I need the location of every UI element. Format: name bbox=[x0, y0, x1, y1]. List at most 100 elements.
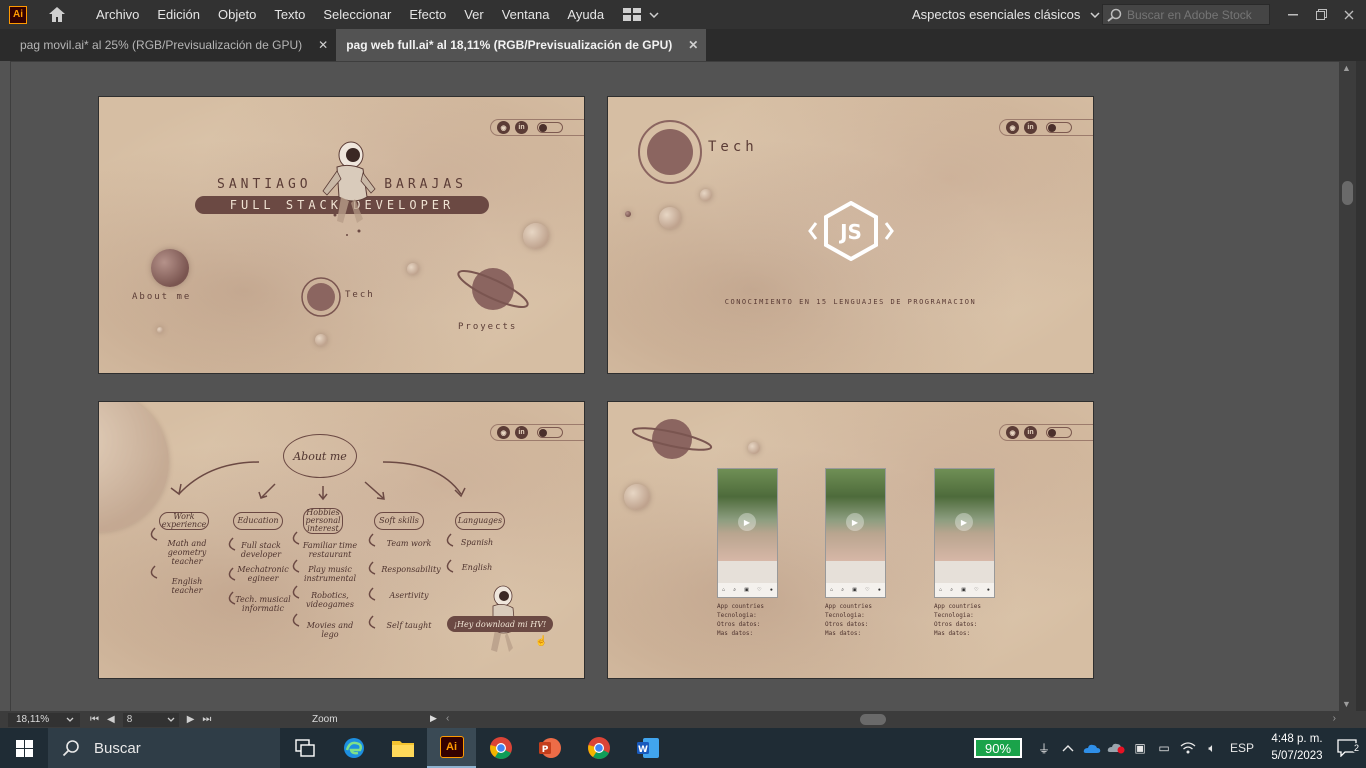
edge-app-icon[interactable] bbox=[329, 728, 378, 768]
taskbar-search[interactable]: Buscar bbox=[48, 728, 280, 768]
node-work-experience: Work experience bbox=[159, 512, 209, 530]
notification-center-icon[interactable]: 2 bbox=[1328, 739, 1366, 757]
input-language[interactable]: ESP bbox=[1224, 728, 1260, 768]
menu-texto[interactable]: Texto bbox=[265, 0, 314, 29]
chrome-app-icon[interactable] bbox=[476, 728, 525, 768]
close-window-icon[interactable] bbox=[1338, 4, 1360, 26]
first-artboard-icon[interactable]: ⏮ bbox=[90, 714, 99, 725]
scroll-thumb[interactable] bbox=[1342, 181, 1353, 205]
about-link[interactable]: About me bbox=[132, 292, 191, 302]
menu-seleccionar[interactable]: Seleccionar bbox=[314, 0, 400, 29]
clock[interactable]: 4:48 p. m. 5/07/2023 bbox=[1266, 731, 1328, 765]
battery-icon[interactable]: ▭ bbox=[1152, 728, 1176, 768]
close-icon[interactable]: ✕ bbox=[688, 38, 698, 52]
linkedin-icon[interactable]: in bbox=[1024, 121, 1037, 134]
svg-text:W: W bbox=[638, 745, 648, 755]
about-planet[interactable] bbox=[151, 249, 189, 287]
windows-start-icon[interactable] bbox=[0, 728, 48, 768]
close-icon[interactable]: ✕ bbox=[318, 38, 328, 52]
word-app-icon[interactable]: W bbox=[623, 728, 672, 768]
workspace-switcher[interactable]: Aspectos esenciales clásicos bbox=[912, 0, 1100, 29]
chrome-profile-app-icon[interactable] bbox=[574, 728, 623, 768]
menu-ayuda[interactable]: Ayuda bbox=[558, 0, 613, 29]
artboard-about[interactable]: ◉ in About me Work experience Education … bbox=[98, 401, 585, 679]
github-icon[interactable]: ◉ bbox=[1006, 426, 1019, 439]
github-icon[interactable]: ◉ bbox=[1006, 121, 1019, 134]
tab-pag-movil[interactable]: pag movil.ai* al 25% (RGB/Previsualizaci… bbox=[0, 29, 336, 61]
tab-pag-web-full[interactable]: pag web full.ai* al 18,11% (RGB/Previsua… bbox=[336, 29, 707, 61]
scroll-down-icon[interactable]: ▼ bbox=[1342, 699, 1351, 709]
menu-efecto[interactable]: Efecto bbox=[400, 0, 455, 29]
next-artboard-icon[interactable]: ▶ bbox=[187, 714, 195, 725]
menu-ver[interactable]: Ver bbox=[455, 0, 493, 29]
status-bar: 18,11% ⏮ ◀ 8 ▶ ⏭ Zoom ▶ ‹ › bbox=[0, 711, 1366, 728]
onedrive-sync-error-icon[interactable] bbox=[1104, 728, 1128, 768]
document-canvas[interactable]: ◉ in SANTIAGO BARAJAS FULL STACK DEVELOP… bbox=[10, 61, 1339, 711]
adobe-stock-search[interactable] bbox=[1102, 4, 1270, 25]
artboard-home[interactable]: ◉ in SANTIAGO BARAJAS FULL STACK DEVELOP… bbox=[98, 96, 585, 374]
menu-ventana[interactable]: Ventana bbox=[493, 0, 559, 29]
projects-planet[interactable] bbox=[455, 263, 531, 319]
tech-planet bbox=[638, 120, 702, 184]
power-plug-icon[interactable]: ⏚ bbox=[1032, 728, 1056, 768]
project-card[interactable]: ▶ ⌂ ⌕ ▣ ♡ ● App countries Tecnologia: Otros … bbox=[717, 468, 778, 638]
github-icon[interactable]: ◉ bbox=[497, 121, 510, 134]
project-card[interactable]: ▶ ⌂ ⌕ ▣ ♡ ● App countries Tecnologia: Otros … bbox=[934, 468, 995, 638]
stock-search-input[interactable] bbox=[1127, 7, 1267, 22]
prev-artboard-icon[interactable]: ◀ bbox=[107, 714, 115, 725]
play-icon[interactable]: ▶ bbox=[955, 513, 973, 531]
artboard-tech[interactable]: ◉ in Tech JS CONOCIMIENTO EN 15 LENGUAJE… bbox=[607, 96, 1094, 374]
hobby-item: Movies and lego bbox=[306, 621, 354, 639]
scroll-up-icon[interactable]: ▲ bbox=[1342, 63, 1351, 73]
home-icon[interactable] bbox=[47, 5, 67, 25]
scroll-right-icon[interactable]: › bbox=[1333, 713, 1336, 724]
vertical-scrollbar[interactable]: ▲ ▼ bbox=[1339, 61, 1356, 711]
onedrive-icon[interactable] bbox=[1080, 728, 1104, 768]
theme-toggle[interactable] bbox=[537, 122, 563, 133]
theme-toggle[interactable] bbox=[1046, 122, 1072, 133]
network-monitor-icon[interactable]: ▣ bbox=[1128, 728, 1152, 768]
menu-objeto[interactable]: Objeto bbox=[209, 0, 265, 29]
status-menu-arrow-icon[interactable]: ▶ bbox=[430, 713, 437, 724]
speaker-icon[interactable]: 🔈︎ bbox=[1200, 728, 1224, 768]
minimize-icon[interactable] bbox=[1282, 4, 1304, 26]
artboard-number-select[interactable]: 8 bbox=[122, 712, 179, 727]
illustrator-app-icon[interactable]: Ai bbox=[427, 728, 476, 768]
play-icon[interactable]: ▶ bbox=[738, 513, 756, 531]
horizontal-scrollbar[interactable]: ‹ › bbox=[446, 713, 1338, 726]
linkedin-icon[interactable]: in bbox=[515, 121, 528, 134]
battery-indicator[interactable]: 90% bbox=[974, 738, 1022, 758]
play-icon[interactable]: ▶ bbox=[846, 513, 864, 531]
work-item: English teacher bbox=[171, 577, 203, 595]
scroll-thumb[interactable] bbox=[860, 714, 886, 725]
task-view-icon[interactable] bbox=[280, 728, 329, 768]
zoom-select[interactable]: 18,11% bbox=[8, 712, 80, 727]
file-explorer-icon[interactable] bbox=[378, 728, 427, 768]
chevron-up-icon[interactable] bbox=[1056, 728, 1080, 768]
decor-planet bbox=[625, 211, 631, 217]
projects-link[interactable]: Proyects bbox=[458, 322, 517, 332]
project-card[interactable]: ▶ ⌂ ⌕ ▣ ♡ ● App countries Tecnologia: Otros … bbox=[825, 468, 886, 638]
document-tabs: pag movil.ai* al 25% (RGB/Previsualizaci… bbox=[0, 29, 1366, 61]
language-item: English bbox=[461, 563, 493, 572]
taskbar-search-label: Buscar bbox=[94, 739, 141, 757]
artboard-projects[interactable]: ◉ in ▶ ⌂ ⌕ ▣ ♡ ● App countries Tecnologia: O… bbox=[607, 401, 1094, 679]
theme-toggle[interactable] bbox=[1046, 427, 1072, 438]
decor-planet bbox=[407, 263, 419, 275]
scroll-left-icon[interactable]: ‹ bbox=[446, 713, 449, 724]
download-cv-button[interactable]: ¡Hey download mi HV! bbox=[447, 616, 553, 632]
search-icon bbox=[62, 740, 79, 757]
tech-link[interactable]: Tech bbox=[345, 290, 375, 300]
last-artboard-icon[interactable]: ⏭ bbox=[202, 714, 211, 725]
tech-planet[interactable] bbox=[300, 276, 342, 318]
wifi-icon[interactable] bbox=[1176, 728, 1200, 768]
arrange-documents-button[interactable] bbox=[623, 8, 659, 21]
powerpoint-app-icon[interactable]: P bbox=[525, 728, 574, 768]
menu-edicion[interactable]: Edición bbox=[148, 0, 209, 29]
social-icons: ◉ in bbox=[999, 424, 1093, 441]
menu-archivo[interactable]: Archivo bbox=[87, 0, 148, 29]
hobby-item: Robotics, videogames bbox=[305, 591, 355, 609]
restore-icon[interactable] bbox=[1310, 4, 1332, 26]
linkedin-icon[interactable]: in bbox=[1024, 426, 1037, 439]
decor-planet bbox=[748, 442, 760, 454]
